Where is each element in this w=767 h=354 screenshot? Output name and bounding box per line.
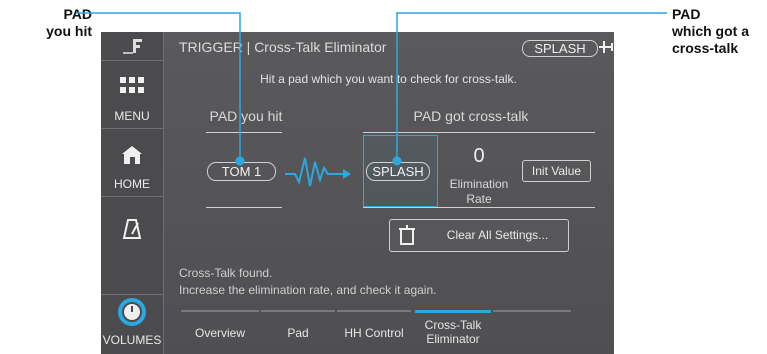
- callout-dot-left: [235, 156, 245, 166]
- callout-dot-right: [392, 156, 402, 166]
- callout-leader-lines: [76, 12, 667, 166]
